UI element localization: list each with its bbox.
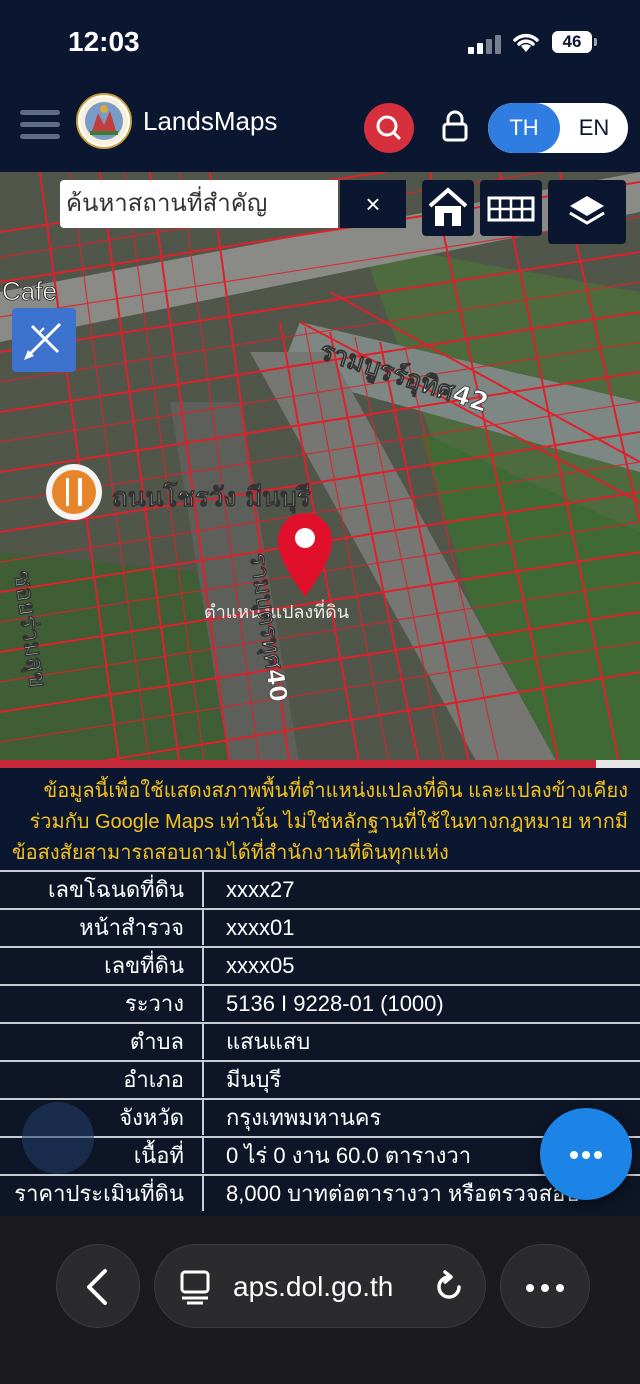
map-progress-remainder <box>596 760 640 768</box>
home-icon <box>428 187 468 226</box>
app-title: LandsMaps <box>143 106 278 136</box>
map-label-poi: ถนนโชรวัง มีนบุรี <box>112 481 311 514</box>
battery-icon: 46 <box>552 31 592 53</box>
page-icon <box>180 1270 210 1305</box>
disclaimer-line-2: ร่วมกับ Google Maps เท่านั้น ไม่ใช่หลักฐ… <box>29 811 628 833</box>
cellular-signal-icon <box>468 34 502 54</box>
chevron-left-icon <box>87 1269 107 1305</box>
deed-no-value: xxxx27 <box>226 877 295 902</box>
battery-tip <box>594 38 597 46</box>
info-icon[interactable] <box>22 1102 94 1174</box>
back-button[interactable] <box>56 1244 140 1328</box>
search-button[interactable] <box>364 103 414 153</box>
lang-en-button[interactable]: EN <box>560 103 628 153</box>
row-province: จังหวัด กรุงเทพมหานคร <box>0 1098 640 1135</box>
subdistrict-value: แสนแสบ <box>226 1029 311 1054</box>
map-view[interactable]: Cafe รามบูรร์อุทิศ42 ถนนโชรวัง มีนบุรี ต… <box>0 172 640 768</box>
survey-page-value: xxxx01 <box>226 915 295 940</box>
map-sheet-label: ระวาง <box>0 986 204 1021</box>
grid-button[interactable] <box>480 180 542 236</box>
appraisal-label: ราคาประเมินที่ดิน <box>0 1176 204 1211</box>
search-icon <box>376 115 401 140</box>
address-bar[interactable]: aps.dol.go.th <box>154 1244 486 1328</box>
row-survey-page: หน้าสำรวจ xxxx01 <box>0 908 640 945</box>
grid-icon <box>487 196 535 222</box>
disclaimer-line-1: ข้อมูลนี้เพื่อใช้แสดงสภาพพื้นที่ตำแหน่งแ… <box>43 780 628 802</box>
land-no-label: เลขที่ดิน <box>0 948 204 983</box>
url-text: aps.dol.go.th <box>233 1271 394 1302</box>
district-label: อำเภอ <box>0 1062 204 1097</box>
restaurant-icon[interactable] <box>46 464 102 520</box>
land-no-value: xxxx05 <box>226 953 295 978</box>
district-value: มีนบุรี <box>226 1067 282 1092</box>
more-options-fab[interactable] <box>540 1108 632 1200</box>
row-appraisal: ราคาประเมินที่ดิน 8,000 บาทต่อตารางวา หร… <box>0 1174 640 1211</box>
disclaimer-line-3: ข้อสงสัยสามารถสอบถามได้ที่สำนักงานที่ดิน… <box>12 842 449 864</box>
survey-page-label: หน้าสำรวจ <box>0 910 204 945</box>
draw-tool-button[interactable] <box>12 308 76 372</box>
row-deed-no: เลขโฉนดที่ดิน xxxx27 <box>0 870 640 907</box>
map-label-cafe: Cafe <box>2 276 57 306</box>
map-progress-bar <box>0 760 640 768</box>
menu-icon[interactable] <box>20 108 60 142</box>
pencil-ruler-icon <box>24 322 62 360</box>
legal-disclaimer: ข้อมูลนี้เพื่อใช้แสดงสภาพพื้นที่ตำแหน่งแ… <box>0 770 640 870</box>
row-land-no: เลขที่ดิน xxxx05 <box>0 946 640 983</box>
map-sheet-value: 5136 I 9228-01 (1000) <box>226 991 444 1016</box>
lock-icon[interactable] <box>440 110 470 142</box>
clear-search-button[interactable]: × <box>340 180 406 228</box>
deed-no-label: เลขโฉนดที่ดิน <box>0 872 204 907</box>
browser-toolbar: aps.dol.go.th <box>0 1216 640 1384</box>
reload-icon[interactable] <box>431 1269 467 1305</box>
layers-icon <box>569 196 605 225</box>
layers-button[interactable] <box>548 180 626 244</box>
status-bar: 12:03 46 <box>0 0 640 86</box>
row-subdistrict: ตำบล แสนแสบ <box>0 1022 640 1059</box>
subdistrict-label: ตำบล <box>0 1024 204 1059</box>
place-search-input[interactable]: ค้นหาสถานที่สำคัญ <box>60 180 338 228</box>
browser-more-button[interactable] <box>500 1244 590 1328</box>
status-time: 12:03 <box>68 26 140 57</box>
appraisal-value: 8,000 บาทต่อตารางวา หรือตรวจสอบ <box>226 1181 580 1206</box>
satellite-map: Cafe รามบูรร์อุทิศ42 ถนนโชรวัง มีนบุรี ต… <box>0 172 640 768</box>
app-header: LandsMaps TH EN <box>0 86 640 172</box>
area-value: 0 ไร่ 0 งาน 60.0 ตารางวา <box>226 1143 472 1168</box>
lang-th-button[interactable]: TH <box>488 103 560 153</box>
row-district: อำเภอ มีนบุรี <box>0 1060 640 1097</box>
province-value: กรุงเทพมหานคร <box>226 1105 382 1130</box>
home-button[interactable] <box>422 180 474 236</box>
language-toggle[interactable]: TH EN <box>488 103 628 153</box>
app-logo <box>76 93 132 149</box>
wifi-icon <box>513 33 539 52</box>
row-map-sheet: ระวาง 5136 I 9228-01 (1000) <box>0 984 640 1021</box>
